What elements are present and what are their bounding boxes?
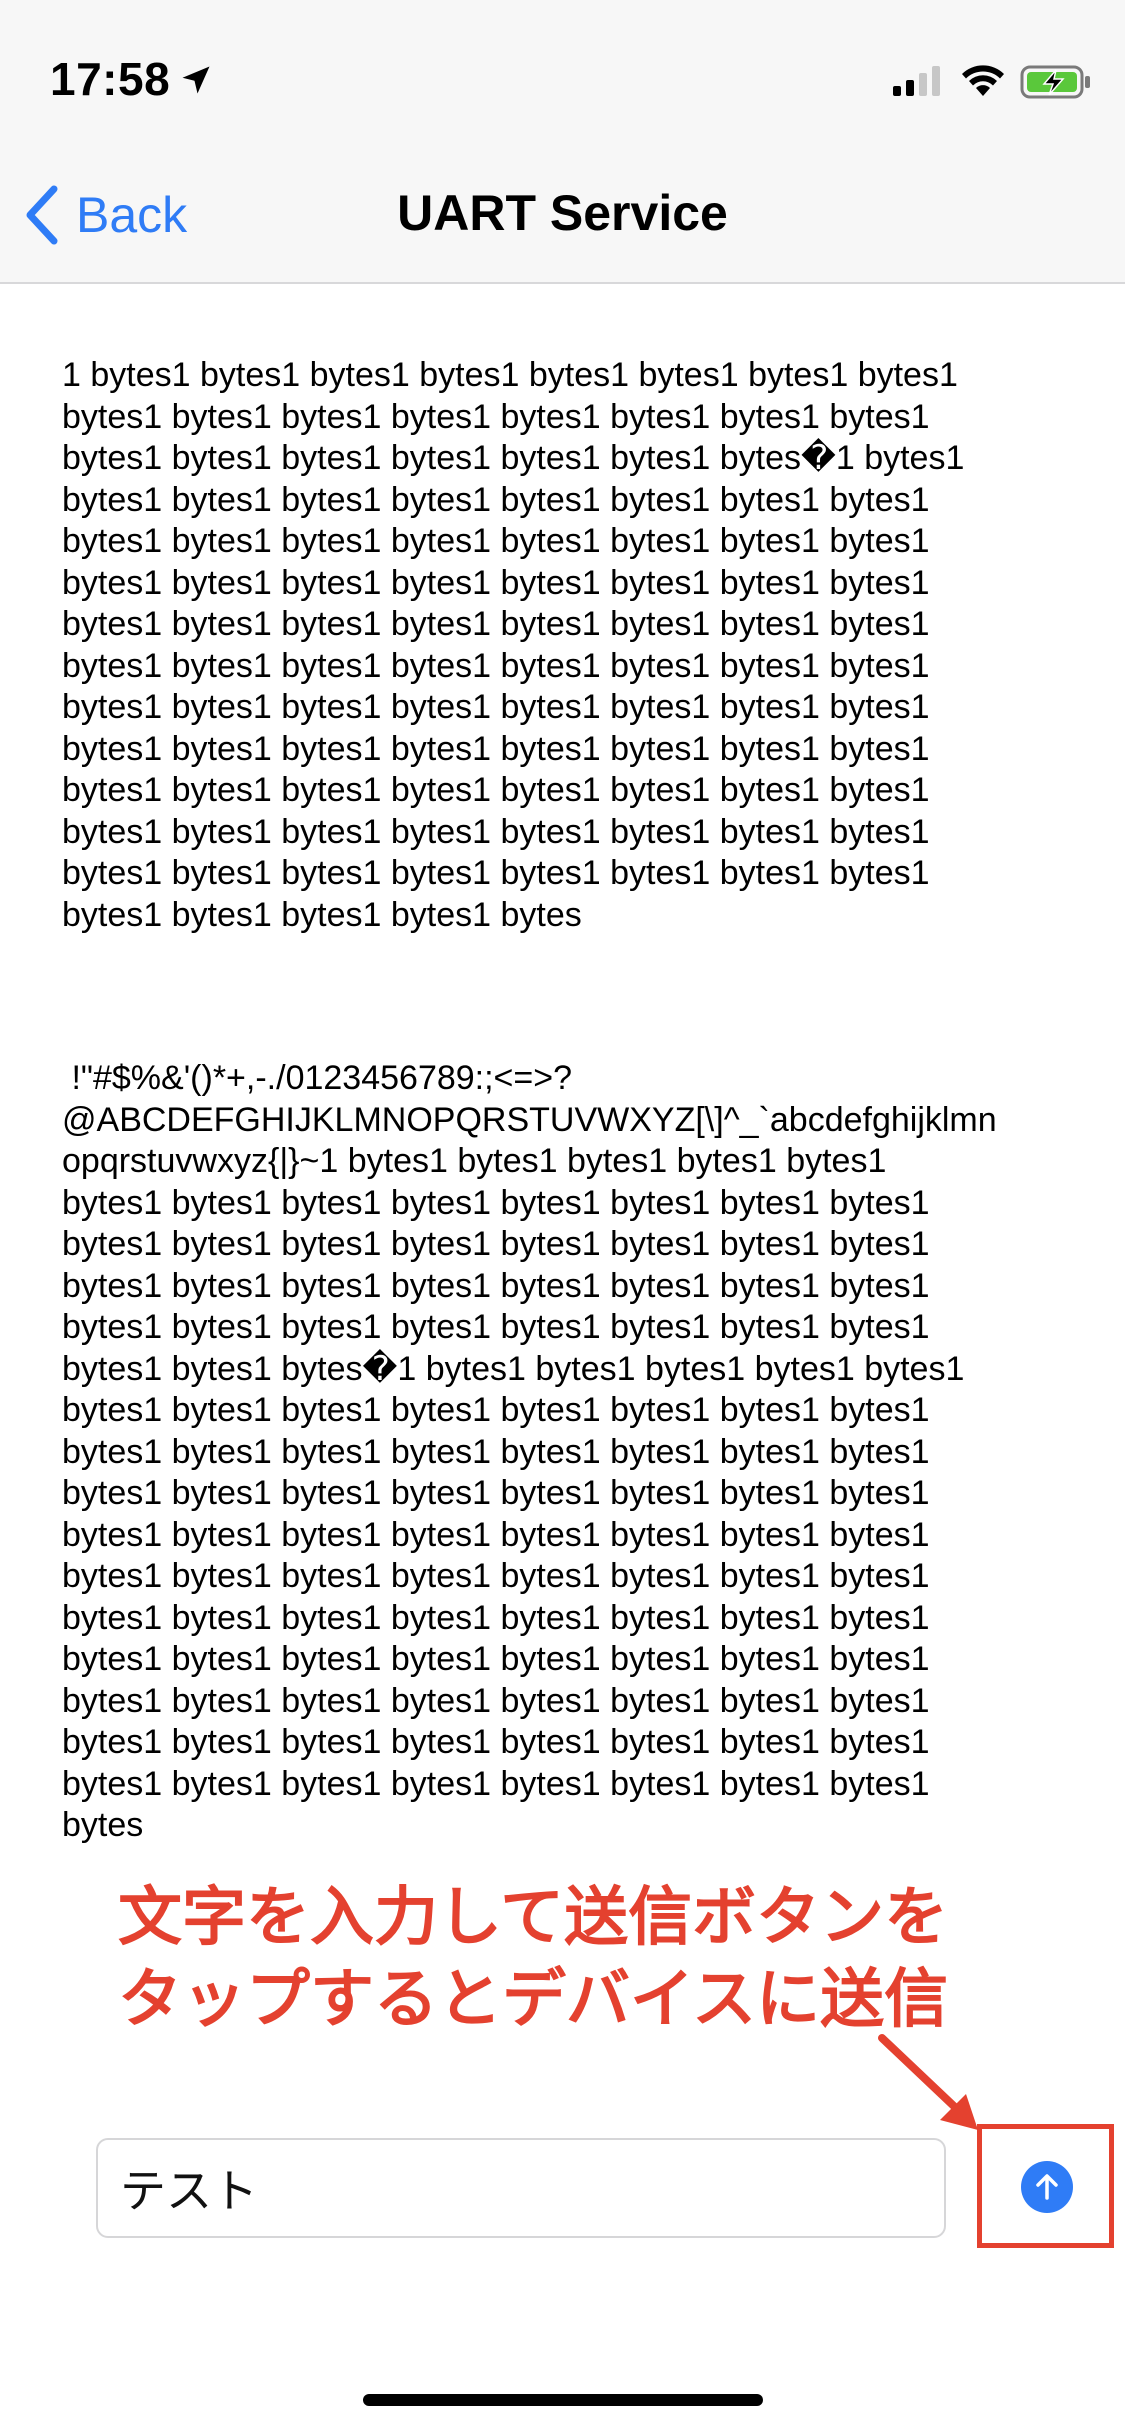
- received-text-line: bytes1 bytes1 bytes1 bytes1 bytes1 bytes…: [62, 1764, 930, 1803]
- received-text-line: bytes1 bytes1 bytes�1 bytes1 bytes1 byte…: [62, 1349, 965, 1388]
- received-text-line: bytes1 bytes1 bytes1 bytes1 bytes1 bytes…: [62, 1640, 930, 1678]
- cellular-signal-icon: [893, 66, 940, 96]
- received-text-line: bytes1 bytes1 bytes1 bytes1 bytes1 bytes…: [62, 1723, 930, 1761]
- location-arrow-icon: [182, 66, 210, 94]
- received-text-line: bytes: [62, 1806, 144, 1844]
- status-bar: 17:58: [0, 0, 1125, 140]
- send-button[interactable]: [1021, 2161, 1073, 2213]
- received-text-line: bytes1 bytes1 bytes1 bytes1 bytes1 bytes…: [62, 646, 930, 685]
- received-text-line: bytes1 bytes1 bytes1 bytes1 bytes1 bytes…: [62, 1515, 930, 1554]
- chevron-left-icon: [26, 185, 58, 245]
- navigation-bar: UART Service Back: [0, 140, 1125, 284]
- received-text-line: bytes1 bytes1 bytes1 bytes1 bytes1 bytes…: [62, 1474, 930, 1512]
- received-text-line: bytes1 bytes1 bytes1 bytes1 bytes: [62, 895, 582, 934]
- received-text-line: bytes1 bytes1 bytes1 bytes1 bytes1 bytes…: [62, 1432, 930, 1471]
- wifi-icon: [962, 65, 1004, 96]
- received-text-line: bytes1 bytes1 bytes1 bytes1 bytes1 bytes…: [62, 729, 930, 768]
- received-text-block-2: !"#$%&'()*+,-./0123456789:;<=>? @ABCDEFGH…: [62, 1058, 1062, 1847]
- received-text-line: bytes1 bytes1 bytes1 bytes1 bytes1 bytes…: [62, 1266, 930, 1305]
- received-text-line: bytes1 bytes1 bytes1 bytes1 bytes1 bytes…: [62, 1225, 930, 1263]
- received-text-line: bytes1 bytes1 bytes1 bytes1 bytes1 bytes…: [62, 522, 930, 560]
- received-text-line: bytes1 bytes1 bytes1 bytes1 bytes1 bytes…: [62, 397, 930, 436]
- received-text-line: bytes1 bytes1 bytes1 bytes1 bytes1 bytes…: [62, 563, 930, 602]
- received-text-line: bytes1 bytes1 bytes1 bytes1 bytes1 bytes…: [62, 1308, 930, 1346]
- received-text-line: bytes1 bytes1 bytes1 bytes1 bytes1 bytes…: [62, 1598, 930, 1637]
- home-indicator: [363, 2394, 763, 2406]
- back-label: Back: [76, 187, 188, 243]
- received-text-line: bytes1 bytes1 bytes1 bytes1 bytes1 bytes…: [62, 1183, 930, 1222]
- received-text-line: bytes1 bytes1 bytes1 bytes1 bytes1 bytes…: [62, 480, 930, 519]
- annotation-line-2: タップするとデバイスに送信: [118, 1963, 949, 2037]
- received-text-line: opqrstuvwxyz{|}~1 bytes1 bytes1 bytes1 b…: [62, 1142, 887, 1180]
- received-text-line: 1 bytes1 bytes1 bytes1 bytes1 bytes1 byt…: [62, 356, 958, 394]
- battery-charging-icon: [1020, 65, 1090, 99]
- status-time: 17:58: [50, 53, 171, 105]
- received-text-line: @ABCDEFGHIJKLMNOPQRSTUVWXYZ[\]^_`abcdefg…: [62, 1100, 997, 1139]
- received-text-line: bytes1 bytes1 bytes1 bytes1 bytes1 bytes…: [62, 439, 965, 477]
- received-text-line: bytes1 bytes1 bytes1 bytes1 bytes1 bytes…: [62, 688, 930, 726]
- received-text-line: bytes1 bytes1 bytes1 bytes1 bytes1 bytes…: [62, 771, 930, 809]
- received-text-line: bytes1 bytes1 bytes1 bytes1 bytes1 bytes…: [62, 605, 930, 643]
- annotation-line-1: 文字を入力して送信ボタンを: [118, 1881, 949, 1955]
- received-text-line: bytes1 bytes1 bytes1 bytes1 bytes1 bytes…: [62, 854, 930, 892]
- received-text-line: bytes1 bytes1 bytes1 bytes1 bytes1 bytes…: [62, 1681, 930, 1720]
- annotation-arrow-icon: [878, 2034, 978, 2130]
- received-text-line: bytes1 bytes1 bytes1 bytes1 bytes1 bytes…: [62, 812, 930, 851]
- received-text-line: !"#$%&'()*+,-./0123456789:;<=>?: [62, 1059, 573, 1097]
- received-text-line: bytes1 bytes1 bytes1 bytes1 bytes1 bytes…: [62, 1557, 930, 1595]
- message-input[interactable]: [96, 2138, 946, 2238]
- annotation-text: 文字を入力して送信ボタンを タップするとデバイスに送信: [118, 1877, 1018, 2041]
- received-text-block-1: 1 bytes1 bytes1 bytes1 bytes1 bytes1 byt…: [62, 355, 1062, 936]
- back-button[interactable]: Back: [22, 180, 187, 250]
- arrow-up-icon: [1036, 2174, 1058, 2200]
- received-text-line: bytes1 bytes1 bytes1 bytes1 bytes1 bytes…: [62, 1391, 930, 1429]
